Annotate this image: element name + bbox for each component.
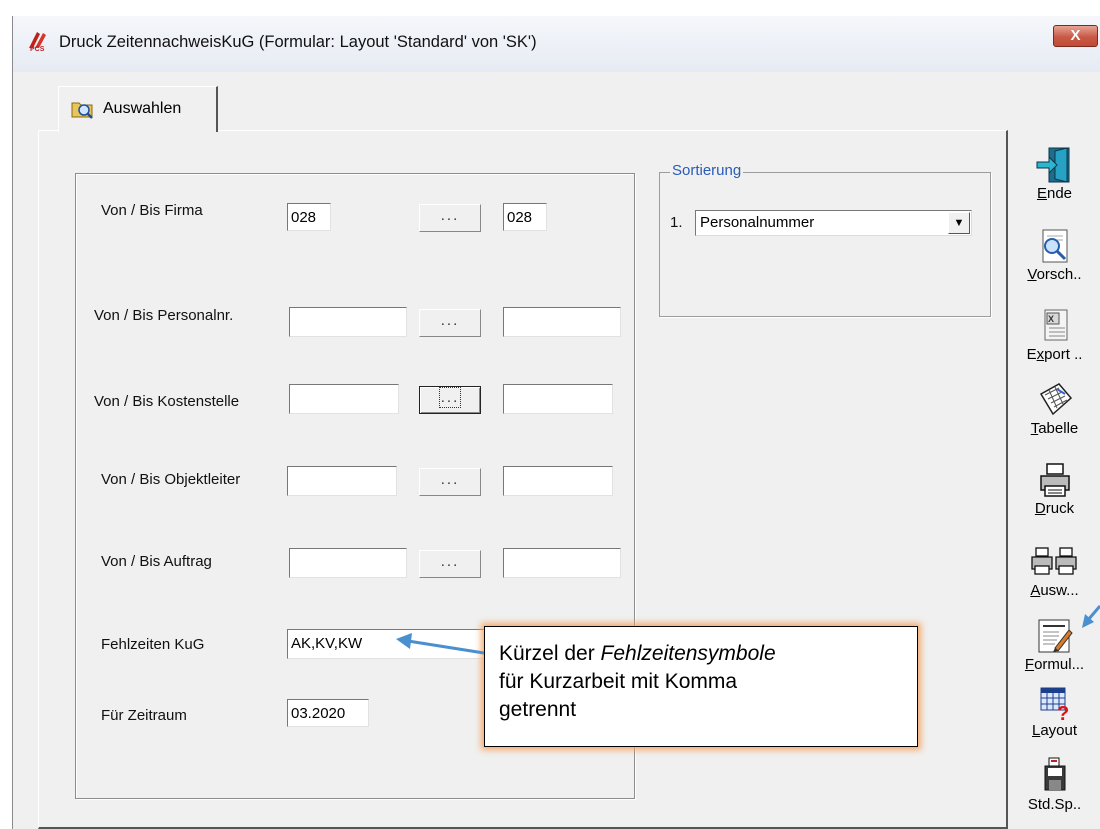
preview-magnifier-icon xyxy=(1035,226,1075,266)
callout-line-3: getrennt xyxy=(499,698,577,721)
excel-export-icon: X xyxy=(1035,306,1075,346)
svg-text:X: X xyxy=(1048,314,1054,324)
picker-dots: ... xyxy=(440,207,460,224)
personalnr-to-input[interactable] xyxy=(503,307,621,337)
save-standard-icon xyxy=(1035,756,1075,796)
svg-text:?: ? xyxy=(1057,703,1069,722)
auswahl-button[interactable]: Ausw... xyxy=(1008,538,1100,622)
firma-label: Von / Bis Firma xyxy=(101,202,203,219)
tabelle-label: Tabelle xyxy=(1030,420,1079,437)
kostenstelle-label: Von / Bis Kostenstelle xyxy=(94,393,240,410)
personalnr-picker-button[interactable]: ... xyxy=(419,309,481,337)
layout-button[interactable]: ? Layout xyxy=(1008,678,1100,762)
vorschau-label: Vorsch.. xyxy=(1027,266,1082,283)
form-edit-icon xyxy=(1035,616,1075,656)
tab-label: Auswahlen xyxy=(103,100,182,117)
std-speichern-button[interactable]: Std.Sp.. xyxy=(1008,752,1100,829)
std-speichern-label: Std.Sp.. xyxy=(1027,796,1082,813)
folder-search-icon xyxy=(71,99,95,119)
layout-help-icon: ? xyxy=(1035,682,1075,725)
personalnr-from-input[interactable] xyxy=(289,307,407,337)
druck-label: Druck xyxy=(1034,500,1075,517)
export-label: Export .. xyxy=(1026,346,1083,363)
sort-select-value: Personalnummer xyxy=(700,214,815,231)
auftrag-to-input[interactable] xyxy=(503,548,621,578)
callout-line-2: für Kurzarbeit mit Komma xyxy=(499,670,738,693)
title-bar: PCS Druck ZeitennachweisKuG (Formular: L… xyxy=(13,16,1100,72)
objektleiter-to-input[interactable] xyxy=(503,466,613,496)
annotation-callout: Kürzel der Fehlzeitensymbole für Kurzarb… xyxy=(484,626,918,747)
vorschau-button[interactable]: Vorsch.. xyxy=(1008,222,1100,306)
personalnr-label: Von / Bis Personalnr. xyxy=(94,307,234,324)
picker-dots: ... xyxy=(440,312,460,329)
objektleiter-label: Von / Bis Objektleiter xyxy=(101,471,241,488)
kostenstelle-picker-button[interactable]: ... xyxy=(419,386,481,414)
objektleiter-picker-button[interactable]: ... xyxy=(419,468,481,496)
firma-picker-button[interactable]: ... xyxy=(419,204,481,232)
zeitraum-label: Für Zeitraum xyxy=(101,707,187,724)
printer-icon xyxy=(1035,460,1075,500)
layout-label: Layout xyxy=(1031,722,1078,739)
ende-label: Ende xyxy=(1036,185,1073,202)
sort-select[interactable]: Personalnummer ▼ xyxy=(695,210,972,236)
sortierung-legend: Sortierung xyxy=(670,162,744,179)
tab-auswahlen[interactable]: Auswahlen xyxy=(58,86,218,132)
druck-button[interactable]: Druck xyxy=(1008,456,1100,540)
kostenstelle-from-input[interactable] xyxy=(289,384,399,414)
sortierung-group: Sortierung 1. Personalnummer ▼ xyxy=(659,162,991,317)
kostenstelle-to-input[interactable] xyxy=(503,384,613,414)
auftrag-picker-button[interactable]: ... xyxy=(419,550,481,578)
window-title: Druck ZeitennachweisKuG (Formular: Layou… xyxy=(59,33,537,51)
auswahl-label: Ausw... xyxy=(1030,582,1079,599)
tabelle-button[interactable]: Tabelle xyxy=(1008,376,1100,460)
table-icon xyxy=(1035,380,1075,420)
picker-dots: ... xyxy=(440,553,460,570)
firma-from-input[interactable]: 028 xyxy=(287,203,331,231)
sort-index-label: 1. xyxy=(670,214,683,231)
picker-dots: ... xyxy=(438,387,462,408)
app-logo-icon: PCS xyxy=(27,30,51,53)
fehlzeiten-label: Fehlzeiten KuG xyxy=(101,636,205,653)
formular-label: Formul... xyxy=(1024,656,1085,673)
action-toolbar: Ende Vorsch.. X Export .. Tabelle Druck … xyxy=(1008,126,1100,829)
chevron-down-icon[interactable]: ▼ xyxy=(948,212,970,234)
objektleiter-from-input[interactable] xyxy=(287,466,397,496)
svg-text:PCS: PCS xyxy=(30,46,45,52)
double-printer-icon xyxy=(1030,542,1080,582)
picker-dots: ... xyxy=(440,471,460,488)
exit-door-icon xyxy=(1035,145,1075,185)
export-button[interactable]: X Export .. xyxy=(1008,302,1100,386)
close-button[interactable]: X xyxy=(1053,25,1098,47)
auftrag-label: Von / Bis Auftrag xyxy=(101,553,212,570)
zeitraum-input[interactable]: 03.2020 xyxy=(287,699,369,727)
firma-to-input[interactable]: 028 xyxy=(503,203,547,231)
callout-line-1: Kürzel der Fehlzeitensymbole xyxy=(499,642,776,665)
ende-button[interactable]: Ende xyxy=(1008,141,1100,225)
auftrag-from-input[interactable] xyxy=(289,548,407,578)
